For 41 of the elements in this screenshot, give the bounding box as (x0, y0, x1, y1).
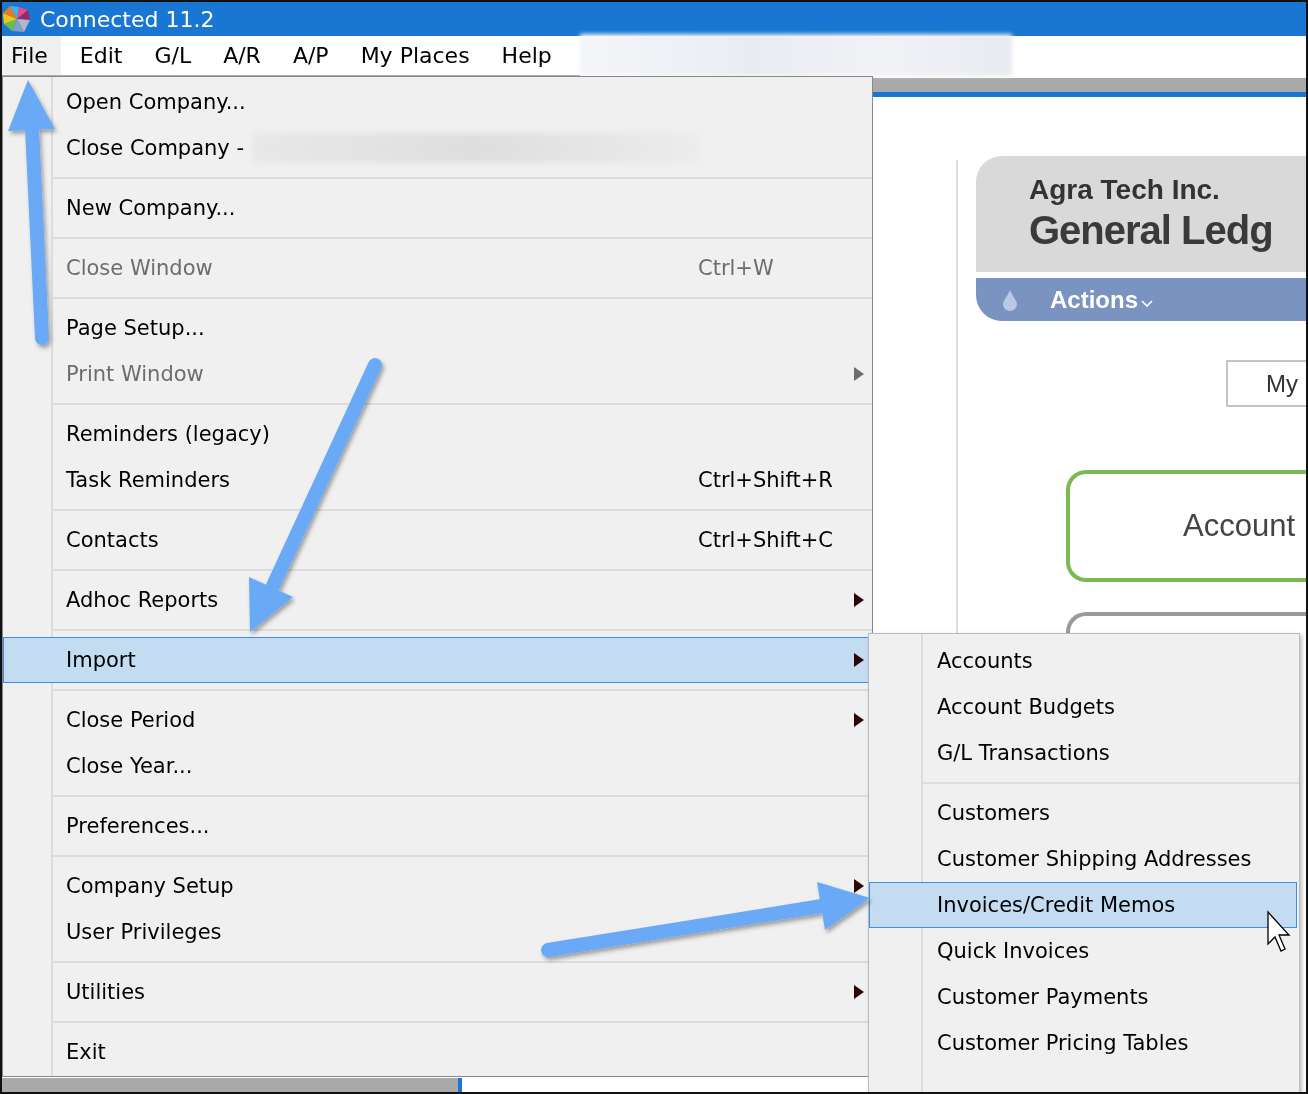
menu-bar-item[interactable]: Edit (70, 36, 136, 75)
tab-button[interactable]: My (1226, 360, 1306, 407)
menu-bar-item[interactable]: File (2, 36, 61, 75)
menu-item[interactable]: Customer Payments (869, 974, 1297, 1020)
menu-bar-item[interactable]: Help (492, 36, 565, 75)
company-name: Agra Tech Inc. (1029, 174, 1221, 206)
app-logo-icon (2, 4, 32, 34)
cursor-icon (1267, 910, 1291, 952)
window-title: Connected 11.2 (40, 6, 215, 32)
menu-item[interactable]: Customer Shipping Addresses (869, 836, 1297, 882)
shortcut-label: Ctrl+W (698, 256, 774, 280)
module-title: General Ledg (1029, 207, 1274, 254)
menu-item[interactable]: Page Setup... (3, 305, 872, 351)
menu-item[interactable]: New Company... (3, 185, 872, 231)
menu-item[interactable]: Customer Pricing Tables (869, 1020, 1297, 1066)
shortcut-label: Ctrl+Shift+C (698, 528, 833, 552)
menu-bar-item[interactable]: A/P (283, 36, 342, 75)
menu-item[interactable]: G/L Transactions (869, 730, 1297, 776)
menu-bar-item[interactable]: G/L (145, 36, 205, 75)
menu-item[interactable]: Preferences... (3, 803, 872, 849)
menu-item[interactable]: Account Budgets (869, 684, 1297, 730)
menu-bar-item[interactable]: A/R (214, 36, 274, 75)
menu-item[interactable]: User Privileges (3, 909, 872, 955)
scrollbar[interactable] (2, 1078, 458, 1092)
shortcut-label: Ctrl+Shift+R (698, 468, 833, 492)
menu-item[interactable]: Exit (3, 1029, 872, 1075)
menu-item[interactable]: Task Reminders Ctrl+Shift+R (3, 457, 872, 503)
menu-item[interactable]: Accounts (869, 638, 1297, 684)
menu-item[interactable]: Adhoc Reports (3, 577, 872, 623)
menu-item[interactable]: Reminders (legacy) (3, 411, 872, 457)
menu-bar-item[interactable]: My Places (351, 36, 483, 75)
menu-item[interactable]: Invoices/Credit Memos (869, 882, 1297, 928)
menu-item[interactable]: Contacts Ctrl+Shift+C (3, 517, 872, 563)
menu-item[interactable]: Quick Invoices (869, 928, 1297, 974)
account-tile[interactable]: Account (1066, 470, 1306, 582)
menu-item[interactable]: Customers (869, 790, 1297, 836)
menu-item[interactable]: Close Company - (3, 125, 872, 171)
chevron-down-icon (1141, 299, 1153, 308)
menu-item[interactable]: Close Year... (3, 743, 872, 789)
menu-item[interactable]: Open Company... (3, 79, 872, 125)
droplet-icon (1002, 288, 1018, 311)
